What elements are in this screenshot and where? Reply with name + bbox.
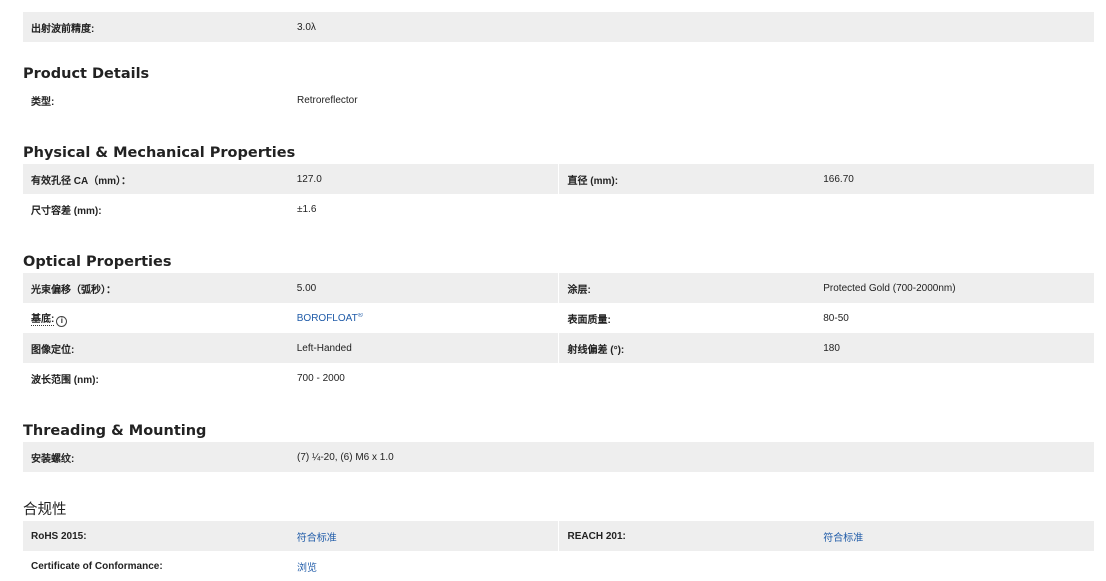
spec-label: 波长范围 (nm): xyxy=(31,374,99,386)
spec-row-rohs-reach: RoHS 2015: 符合标准 REACH 201: 符合标准 xyxy=(23,521,1094,551)
spec-row-mounting-threads: 安装螺纹: (7) ¼-20, (6) M6 x 1.0 xyxy=(23,442,1094,472)
spec-label-substrate[interactable]: 基底: i xyxy=(23,310,297,327)
spec-row-dimensional-tolerance: 尺寸容差 (mm): ±1.6 xyxy=(23,194,1094,224)
spec-label: 图像定位: xyxy=(31,344,75,356)
info-circle-icon[interactable]: i xyxy=(56,315,68,327)
spec-row-clear-aperture: 有效孔径 CA（mm）： 127.0 直径 (mm): 166.70 xyxy=(23,164,1094,194)
spec-value: 166.70 xyxy=(823,173,854,185)
spec-label: Certificate of Conformance: xyxy=(31,560,163,572)
spec-label: 有效孔径 CA（mm）： xyxy=(31,175,132,187)
substrate-label-text[interactable]: 基底: xyxy=(31,313,55,326)
spec-label: 尺寸容差 (mm): xyxy=(31,205,102,217)
registered-mark: ® xyxy=(357,312,363,319)
spec-label: 光束偏移（弧秒）： xyxy=(31,284,116,296)
spec-row-beam-deviation: 光束偏移（弧秒）： 5.00 涂层: Protected Gold (700-2… xyxy=(23,273,1094,303)
rohs-compliant-link[interactable]: 符合标准 xyxy=(297,533,337,544)
spec-value: 3.0λ xyxy=(297,21,316,33)
spec-row-wavelength-range: 波长范围 (nm): 700 - 2000 xyxy=(23,363,1094,393)
spec-row-substrate: 基底: i BOROFLOAT® 表面质量: 80-50 xyxy=(23,303,1094,333)
spec-row-certificate: Certificate of Conformance: 浏览 xyxy=(23,551,1094,581)
spec-value: 127.0 xyxy=(296,173,322,185)
spec-value: ±1.6 xyxy=(297,203,317,215)
spec-label: RoHS 2015: xyxy=(31,530,87,542)
spec-value: 80-50 xyxy=(823,312,849,324)
threading-table: 安装螺纹: (7) ¼-20, (6) M6 x 1.0 xyxy=(23,442,1094,472)
spec-value: 符合标准 xyxy=(297,529,558,544)
spec-value: 700 - 2000 xyxy=(297,372,345,384)
section-title-optical-properties: Optical Properties xyxy=(23,254,172,270)
optical-properties-table: 光束偏移（弧秒）： 5.00 涂层: Protected Gold (700-2… xyxy=(23,273,1094,393)
specifications-panel: 出射波前精度: 3.0λ Product Details 类型: Retrore… xyxy=(23,12,1094,581)
spec-value: Left-Handed xyxy=(296,342,352,354)
spec-label: REACH 201: xyxy=(567,530,626,542)
spec-value: (7) ¼-20, (6) M6 x 1.0 xyxy=(297,451,394,463)
spec-value: 符合标准 xyxy=(823,529,1094,544)
section-title-threading-mounting: Threading & Mounting xyxy=(23,423,207,439)
spec-row-outgoing-wavefront: 出射波前精度: 3.0λ xyxy=(23,12,1094,42)
spec-value: BOROFLOAT® xyxy=(297,313,558,324)
reach-compliant-link[interactable]: 符合标准 xyxy=(823,533,863,544)
section-title-product-details: Product Details xyxy=(23,66,150,82)
spec-label: 类型: xyxy=(31,96,55,108)
spec-value: 180 xyxy=(823,342,840,354)
spec-label: 安装螺纹: xyxy=(31,453,75,465)
spec-value: 浏览 xyxy=(297,559,558,574)
top-spec-table: 出射波前精度: 3.0λ xyxy=(23,12,1094,42)
spec-value: Protected Gold (700-2000nm) xyxy=(823,282,956,294)
spec-label: 涂层: xyxy=(567,284,591,296)
section-title-physical-mechanical: Physical & Mechanical Properties xyxy=(23,145,296,161)
spec-label: 直径 (mm): xyxy=(567,175,619,187)
compliance-table: RoHS 2015: 符合标准 REACH 201: 符合标准 Certific… xyxy=(23,521,1094,581)
spec-label: 表面质量: xyxy=(567,314,611,326)
product-details-table: 类型: Retroreflector xyxy=(23,85,1094,115)
view-certificate-link[interactable]: 浏览 xyxy=(297,563,317,574)
spec-label: 射线偏差 (°): xyxy=(567,344,625,356)
spec-value: 5.00 xyxy=(296,282,317,294)
spec-value: Retroreflector xyxy=(297,94,358,106)
spec-label: 出射波前精度: xyxy=(31,23,95,35)
spec-row-type: 类型: Retroreflector xyxy=(23,85,1094,115)
physical-properties-table: 有效孔径 CA（mm）： 127.0 直径 (mm): 166.70 尺寸容差 … xyxy=(23,164,1094,224)
borofloat-link[interactable]: BOROFLOAT® xyxy=(297,313,363,324)
section-title-compliance: 合规性 xyxy=(23,502,67,518)
spec-row-image-orientation: 图像定位: Left-Handed 射线偏差 (°): 180 xyxy=(23,333,1094,363)
